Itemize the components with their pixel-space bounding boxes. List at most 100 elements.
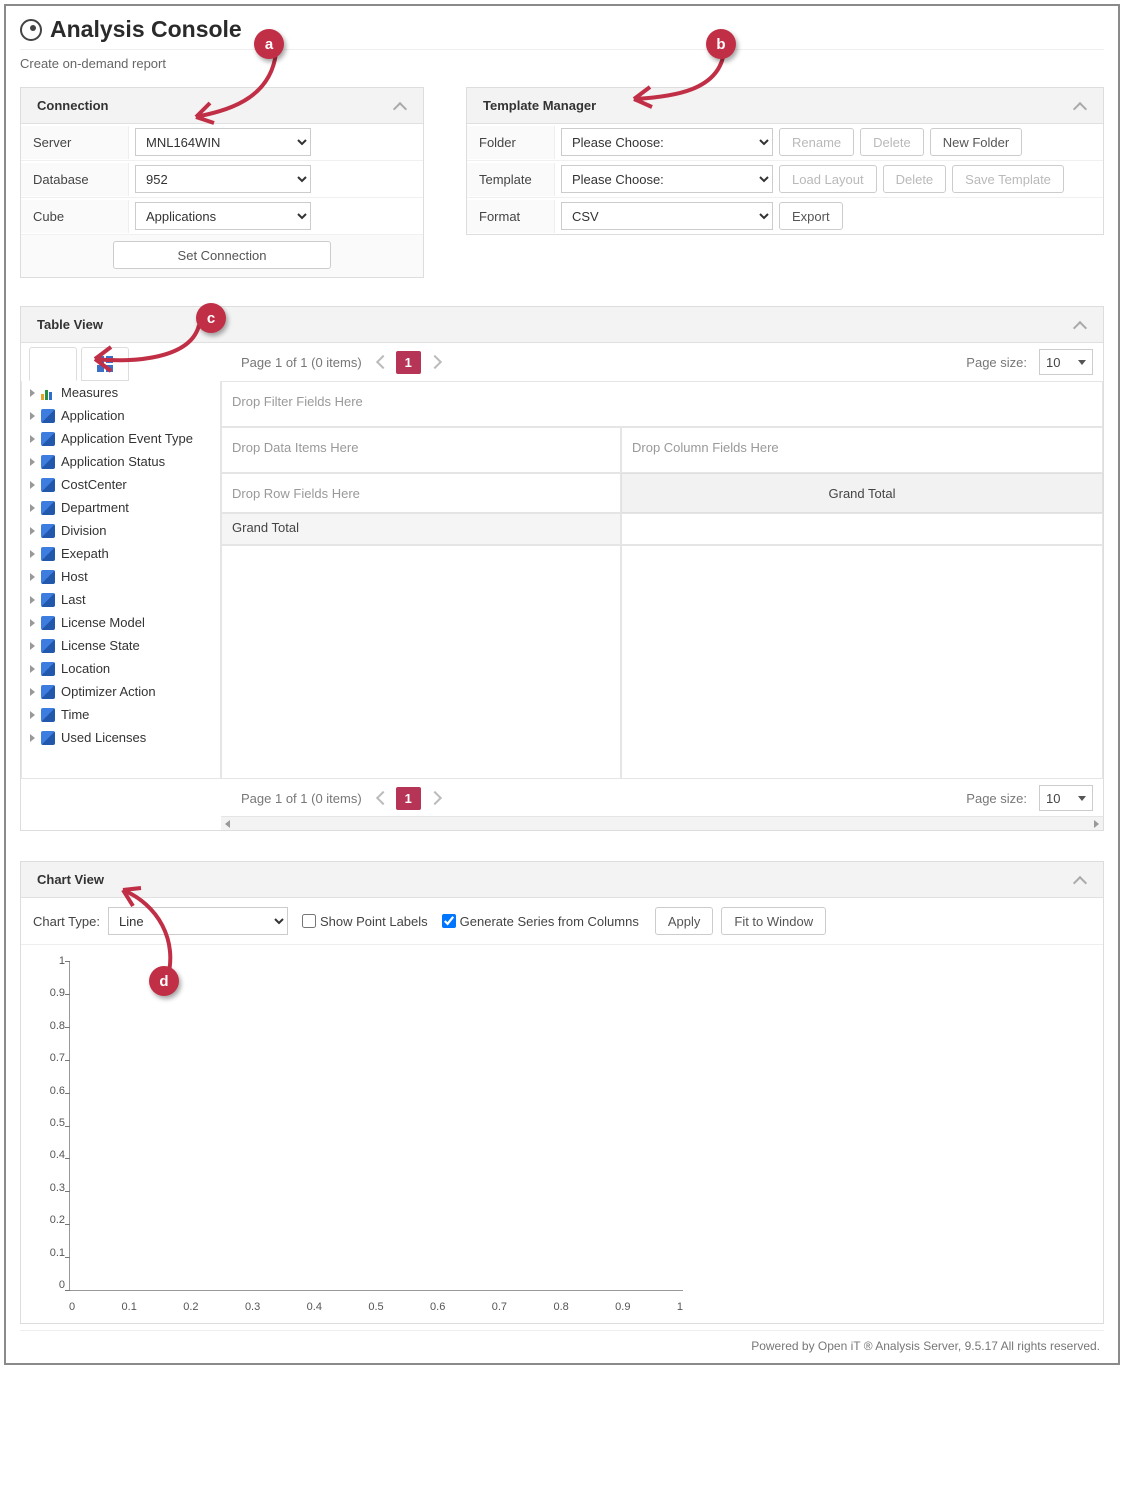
grand-total-column-header: Grand Total xyxy=(621,473,1103,513)
chart-type-select[interactable]: Line xyxy=(108,907,288,935)
folder-select[interactable]: Please Choose: xyxy=(561,128,773,156)
dimension-icon xyxy=(41,432,55,446)
caret-down-icon xyxy=(1078,796,1086,801)
field-item[interactable]: Exepath xyxy=(22,542,220,565)
field-item[interactable]: Location xyxy=(22,657,220,680)
dimension-icon xyxy=(41,409,55,423)
chart-view-panel: d Chart View Chart Type: Line Show Point… xyxy=(20,861,1104,1324)
dimension-icon xyxy=(41,524,55,538)
caret-right-icon xyxy=(30,527,35,535)
rename-folder-button[interactable]: Rename xyxy=(779,128,854,156)
connection-panel: Connection Server MNL164WIN Database 952… xyxy=(20,87,424,278)
field-item[interactable]: Application Event Type xyxy=(22,427,220,450)
save-template-button[interactable]: Save Template xyxy=(952,165,1064,193)
x-tick-label: 0.8 xyxy=(553,1301,568,1313)
measures-icon xyxy=(41,386,55,400)
dimension-icon xyxy=(41,570,55,584)
field-item[interactable]: License State xyxy=(22,634,220,657)
show-point-labels-checkbox[interactable]: Show Point Labels xyxy=(302,914,428,929)
fit-to-window-button[interactable]: Fit to Window xyxy=(721,907,826,935)
field-item[interactable]: Last xyxy=(22,588,220,611)
apply-button[interactable]: Apply xyxy=(655,907,714,935)
field-item-label: Application Status xyxy=(61,454,165,469)
pivot-tab[interactable] xyxy=(29,347,77,381)
field-item[interactable]: Time xyxy=(22,703,220,726)
field-item-label: Application Event Type xyxy=(61,431,193,446)
caret-down-icon xyxy=(1078,360,1086,365)
field-item[interactable]: Measures xyxy=(22,381,220,404)
dimension-icon xyxy=(41,616,55,630)
empty-data-area xyxy=(621,545,1103,779)
drop-data-zone[interactable]: Drop Data Items Here xyxy=(221,427,621,473)
field-item[interactable]: Used Licenses xyxy=(22,726,220,749)
field-list[interactable]: MeasuresApplication Application Event Typ… xyxy=(21,381,221,779)
cube-select[interactable]: Applications xyxy=(135,202,311,230)
generate-series-checkbox[interactable]: Generate Series from Columns xyxy=(442,914,639,929)
connection-header[interactable]: Connection xyxy=(21,88,423,124)
folder-label: Folder xyxy=(467,126,555,159)
horizontal-scrollbar[interactable] xyxy=(221,816,1103,830)
pager-next-icon[interactable] xyxy=(429,355,443,369)
template-select[interactable]: Please Choose: xyxy=(561,165,773,193)
delete-template-button[interactable]: Delete xyxy=(883,165,947,193)
field-item-label: License Model xyxy=(61,615,145,630)
field-item[interactable]: CostCenter xyxy=(22,473,220,496)
x-tick-label: 0 xyxy=(69,1301,75,1313)
dimension-icon xyxy=(41,547,55,561)
pager-prev-icon[interactable] xyxy=(374,791,388,805)
field-item[interactable]: Optimizer Action xyxy=(22,680,220,703)
server-select[interactable]: MNL164WIN xyxy=(135,128,311,156)
pager-current-page[interactable]: 1 xyxy=(396,787,421,810)
pager-next-icon[interactable] xyxy=(429,791,443,805)
callout-d: d xyxy=(149,966,179,996)
drop-column-zone[interactable]: Drop Column Fields Here xyxy=(621,427,1103,473)
field-item[interactable]: Department xyxy=(22,496,220,519)
pager-prev-icon[interactable] xyxy=(374,355,388,369)
pager-current-page[interactable]: 1 xyxy=(396,351,421,374)
y-tick-label: 0.7 xyxy=(35,1052,65,1064)
field-item-label: Department xyxy=(61,500,129,515)
field-item[interactable]: Division xyxy=(22,519,220,542)
field-item[interactable]: License Model xyxy=(22,611,220,634)
field-item[interactable]: Application Status xyxy=(22,450,220,473)
chevron-up-icon xyxy=(393,99,407,113)
field-item[interactable]: Application xyxy=(22,404,220,427)
page-size-label: Page size: xyxy=(966,355,1027,370)
footer-text: Powered by Open iT ® Analysis Server, 9.… xyxy=(20,1330,1104,1355)
table-view-header[interactable]: Table View xyxy=(21,307,1103,343)
chart-view-header[interactable]: Chart View xyxy=(21,862,1103,898)
y-tick-label: 0.1 xyxy=(35,1247,65,1259)
caret-right-icon xyxy=(30,435,35,443)
format-select[interactable]: CSV xyxy=(561,202,773,230)
field-item-label: Host xyxy=(61,569,88,584)
template-manager-header[interactable]: Template Manager xyxy=(467,88,1103,124)
x-tick-label: 0.6 xyxy=(430,1301,445,1313)
delete-folder-button[interactable]: Delete xyxy=(860,128,924,156)
export-button[interactable]: Export xyxy=(779,202,843,230)
y-tick-label: 0.4 xyxy=(35,1149,65,1161)
caret-right-icon xyxy=(30,389,35,397)
cube-label: Cube xyxy=(21,200,129,233)
database-select[interactable]: 952 xyxy=(135,165,311,193)
app-header: Analysis Console xyxy=(20,16,1104,43)
drop-filter-zone[interactable]: Drop Filter Fields Here xyxy=(221,381,1103,427)
page-subtitle: Create on-demand report xyxy=(20,49,1104,71)
grid-tab[interactable] xyxy=(81,347,129,381)
page-size-select[interactable]: 10 xyxy=(1039,785,1093,811)
set-connection-button[interactable]: Set Connection xyxy=(113,241,331,269)
x-tick-label: 0.3 xyxy=(245,1301,260,1313)
load-layout-button[interactable]: Load Layout xyxy=(779,165,877,193)
table-view-panel: c Table View Page 1 of 1 (0 items) 1 Pag… xyxy=(20,306,1104,831)
page-size-select[interactable]: 10 xyxy=(1039,349,1093,375)
caret-right-icon xyxy=(30,596,35,604)
caret-right-icon xyxy=(30,550,35,558)
field-item-label: Used Licenses xyxy=(61,730,146,745)
callout-b: b xyxy=(706,29,736,59)
new-folder-button[interactable]: New Folder xyxy=(930,128,1022,156)
field-item-label: License State xyxy=(61,638,140,653)
dimension-icon xyxy=(41,455,55,469)
caret-right-icon xyxy=(30,458,35,466)
caret-right-icon xyxy=(30,504,35,512)
drop-row-zone[interactable]: Drop Row Fields Here xyxy=(221,473,621,513)
field-item[interactable]: Host xyxy=(22,565,220,588)
